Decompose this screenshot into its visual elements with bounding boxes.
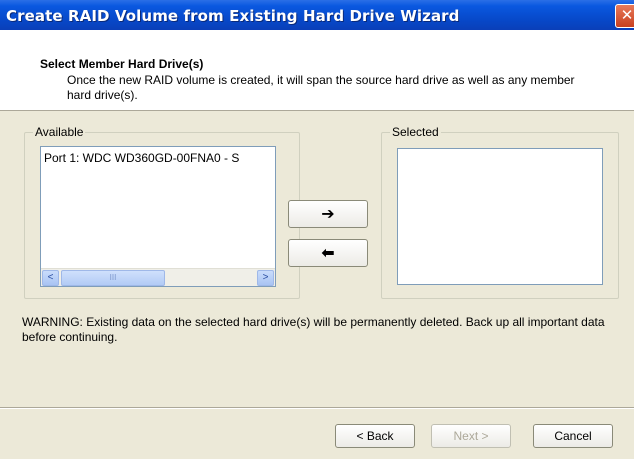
selected-listbox[interactable] [397,148,603,285]
available-group: Available Port 1: WDC WD360GD-00FNA0 - S… [24,125,300,299]
available-label: Available [33,125,86,139]
step-title: Select Member Hard Drive(s) [40,57,204,71]
title-bar: Create RAID Volume from Existing Hard Dr… [0,0,634,30]
wizard-header: Select Member Hard Drive(s) Once the new… [0,30,634,111]
grip-icon: III [109,273,117,282]
back-button[interactable]: < Back [335,424,415,448]
chevron-left-icon: < [47,272,54,283]
close-icon: ✕ [620,6,634,24]
list-item[interactable]: Port 1: WDC WD360GD-00FNA0 - S [44,151,274,165]
chevron-right-icon: > [262,272,269,283]
step-description: Once the new RAID volume is created, it … [67,73,575,102]
arrow-left-icon: ⬅ [321,243,335,262]
footer-divider [0,407,634,409]
available-listbox[interactable]: Port 1: WDC WD360GD-00FNA0 - S < III > [40,146,276,287]
selected-label: Selected [390,125,441,139]
cancel-button[interactable]: Cancel [533,424,613,448]
arrow-right-icon: ➔ [321,204,335,223]
window-title: Create RAID Volume from Existing Hard Dr… [6,7,460,25]
selected-group: Selected [381,125,619,299]
add-drive-button[interactable]: ➔ [288,200,368,228]
scroll-thumb[interactable]: III [61,270,165,286]
warning-text: WARNING: Existing data on the selected h… [22,315,605,344]
next-button[interactable]: Next > [431,424,511,448]
close-button[interactable]: ✕ [615,4,634,28]
scroll-right-button[interactable]: > [257,270,274,286]
remove-drive-button[interactable]: ⬅ [288,239,368,267]
horizontal-scrollbar[interactable]: < III > [41,268,275,286]
scroll-left-button[interactable]: < [42,270,59,286]
